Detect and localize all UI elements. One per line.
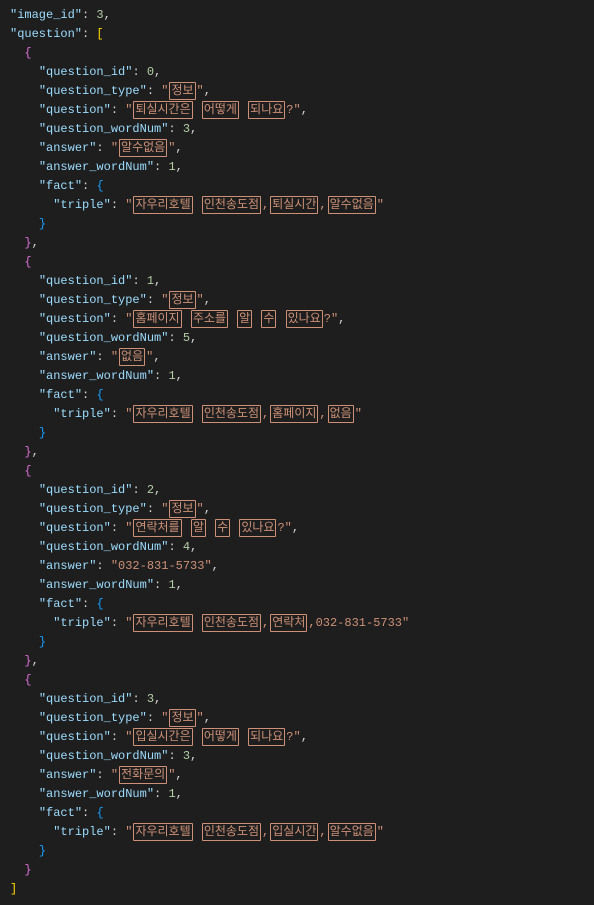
code-line: "question_wordNum": 4, (10, 538, 584, 557)
code-line: } (10, 633, 584, 652)
code-line: "question": "연락처를 알 수 있나요?", (10, 519, 584, 538)
json-code-block: "image_id": 3,"question": [ { "question_… (10, 6, 584, 899)
code-line: "triple": "자우리호텔 인천송도점,홈페이지,없음" (10, 405, 584, 424)
code-line: "answer_wordNum": 1, (10, 576, 584, 595)
code-line: "question": "입실시간은 어떻게 되나요?", (10, 728, 584, 747)
code-line: } (10, 215, 584, 234)
code-line: "question_id": 1, (10, 272, 584, 291)
code-line: "answer": "알수없음", (10, 139, 584, 158)
code-line: "answer_wordNum": 1, (10, 367, 584, 386)
code-line: "question_id": 2, (10, 481, 584, 500)
code-line: "answer": "032-831-5733", (10, 557, 584, 576)
code-line: }, (10, 234, 584, 253)
code-line: "question_id": 3, (10, 690, 584, 709)
code-line: "question_type": "정보", (10, 291, 584, 310)
code-line: "answer_wordNum": 1, (10, 158, 584, 177)
code-line: "image_id": 3, (10, 6, 584, 25)
code-line: "question_wordNum": 3, (10, 120, 584, 139)
code-line: "answer": "없음", (10, 348, 584, 367)
code-line: "question_type": "정보", (10, 82, 584, 101)
code-line: "triple": "자우리호텔 인천송도점,입실시간,알수없음" (10, 823, 584, 842)
code-line: } (10, 861, 584, 880)
code-line: "question": [ (10, 25, 584, 44)
code-line: "question_wordNum": 5, (10, 329, 584, 348)
code-line: "question": "퇴실시간은 어떻게 되나요?", (10, 101, 584, 120)
code-line: "question_type": "정보", (10, 500, 584, 519)
code-line: "fact": { (10, 804, 584, 823)
code-line: } (10, 842, 584, 861)
code-line: "fact": { (10, 177, 584, 196)
code-line: { (10, 44, 584, 63)
code-line: { (10, 253, 584, 272)
code-line: "answer": "전화문의", (10, 766, 584, 785)
code-line: "answer_wordNum": 1, (10, 785, 584, 804)
code-line: } (10, 424, 584, 443)
code-line: "triple": "자우리호텔 인천송도점,연락처,032-831-5733" (10, 614, 584, 633)
code-line: { (10, 671, 584, 690)
code-line: "question": "홈페이지 주소를 알 수 있나요?", (10, 310, 584, 329)
code-line: }, (10, 443, 584, 462)
code-line: "fact": { (10, 386, 584, 405)
code-line: "question_type": "정보", (10, 709, 584, 728)
code-line: "question_wordNum": 3, (10, 747, 584, 766)
code-line: "fact": { (10, 595, 584, 614)
code-line: "triple": "자우리호텔 인천송도점,퇴실시간,알수없음" (10, 196, 584, 215)
code-line: { (10, 462, 584, 481)
code-line: ] (10, 880, 584, 899)
code-line: "question_id": 0, (10, 63, 584, 82)
code-line: }, (10, 652, 584, 671)
